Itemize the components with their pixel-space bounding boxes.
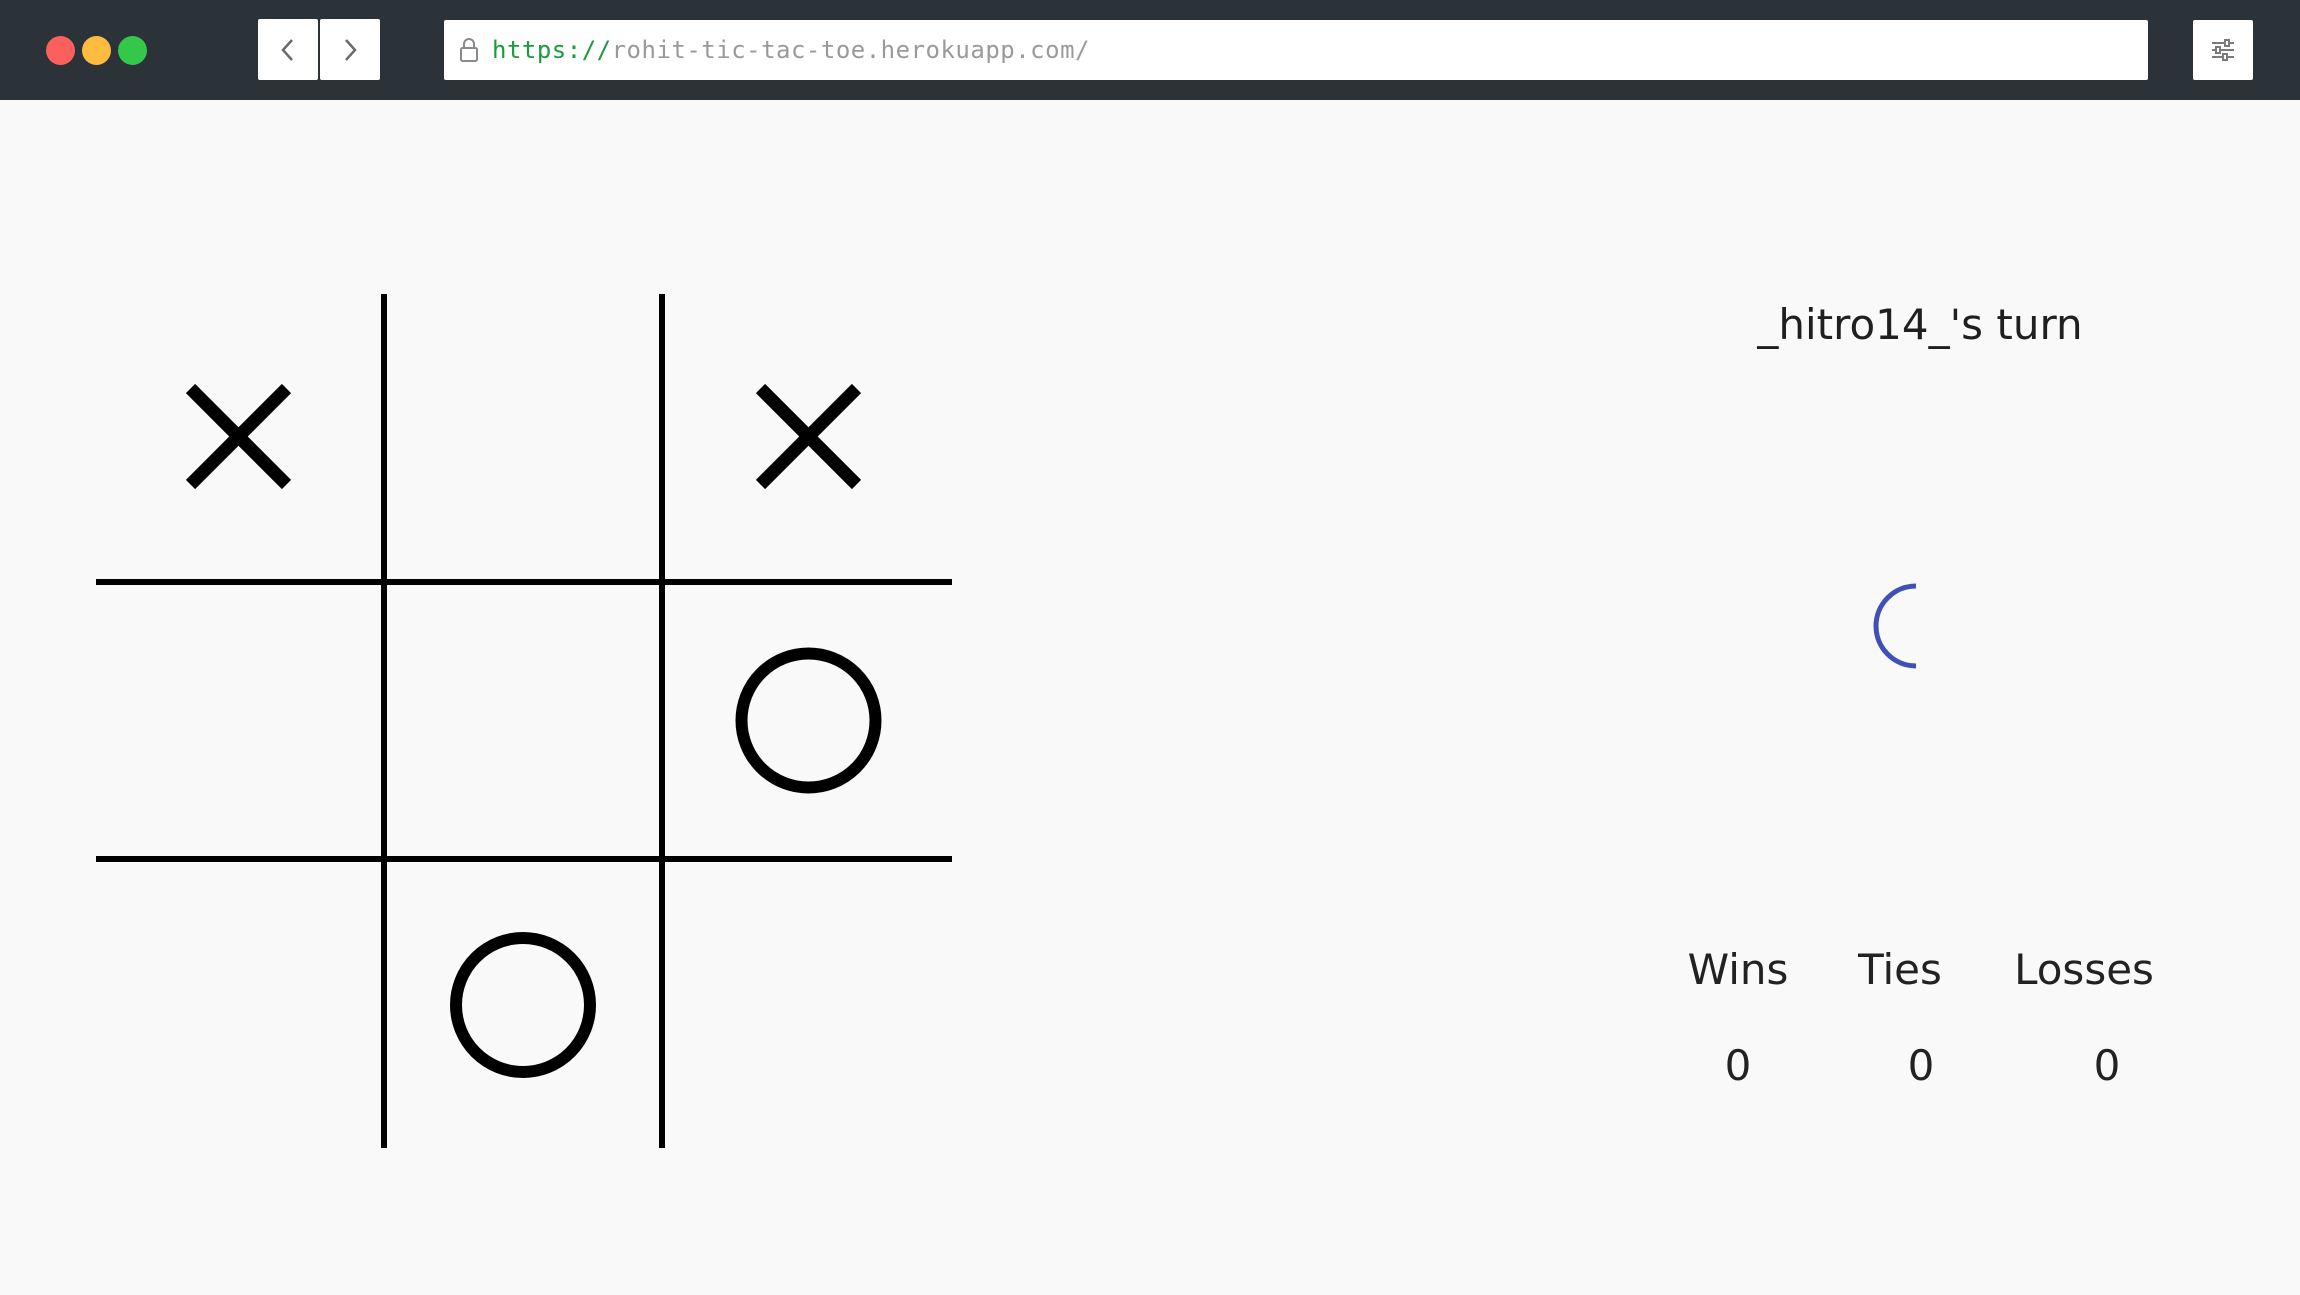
sliders-icon xyxy=(2212,39,2234,61)
board-cell[interactable] xyxy=(96,585,381,856)
x-mark-icon xyxy=(755,383,862,490)
chevron-left-icon xyxy=(281,38,293,61)
url-host: rohit-tic-tac-toe.herokuapp.com/ xyxy=(611,36,1090,64)
close-window-button[interactable] xyxy=(46,36,75,65)
ties-count: 0 xyxy=(1907,1041,1935,1090)
back-button[interactable] xyxy=(258,19,318,80)
loading-spinner xyxy=(1873,583,1917,669)
ties-label: Ties xyxy=(1858,945,1942,994)
board-cell[interactable] xyxy=(96,294,381,579)
losses-label: Losses xyxy=(2014,945,2154,994)
board-cell[interactable] xyxy=(96,862,381,1148)
url-text: https://rohit-tic-tac-toe.herokuapp.com/ xyxy=(492,36,1090,64)
o-mark-icon xyxy=(450,932,596,1078)
maximize-window-button[interactable] xyxy=(118,36,147,65)
board-cell[interactable] xyxy=(387,294,659,579)
chevron-right-icon xyxy=(345,38,357,61)
board-cell[interactable] xyxy=(665,585,952,856)
settings-button[interactable] xyxy=(2193,20,2253,80)
url-scheme: https:// xyxy=(492,36,612,64)
browser-toolbar: https://rohit-tic-tac-toe.herokuapp.com/ xyxy=(0,0,2300,100)
forward-button[interactable] xyxy=(320,19,380,80)
o-mark-icon xyxy=(735,647,882,794)
address-bar[interactable]: https://rohit-tic-tac-toe.herokuapp.com/ xyxy=(444,20,2148,80)
wins-count: 0 xyxy=(1724,1041,1752,1090)
board-cell[interactable] xyxy=(665,294,952,579)
board-cell[interactable] xyxy=(665,862,952,1148)
turn-indicator: _hitro14_'s turn xyxy=(1757,300,2083,349)
lock-icon xyxy=(458,37,482,63)
board-cell[interactable] xyxy=(387,862,659,1148)
minimize-window-button[interactable] xyxy=(82,36,111,65)
tic-tac-toe-board xyxy=(96,294,952,1148)
x-mark-icon xyxy=(185,383,292,490)
losses-count: 0 xyxy=(2093,1041,2121,1090)
board-cell[interactable] xyxy=(387,585,659,856)
